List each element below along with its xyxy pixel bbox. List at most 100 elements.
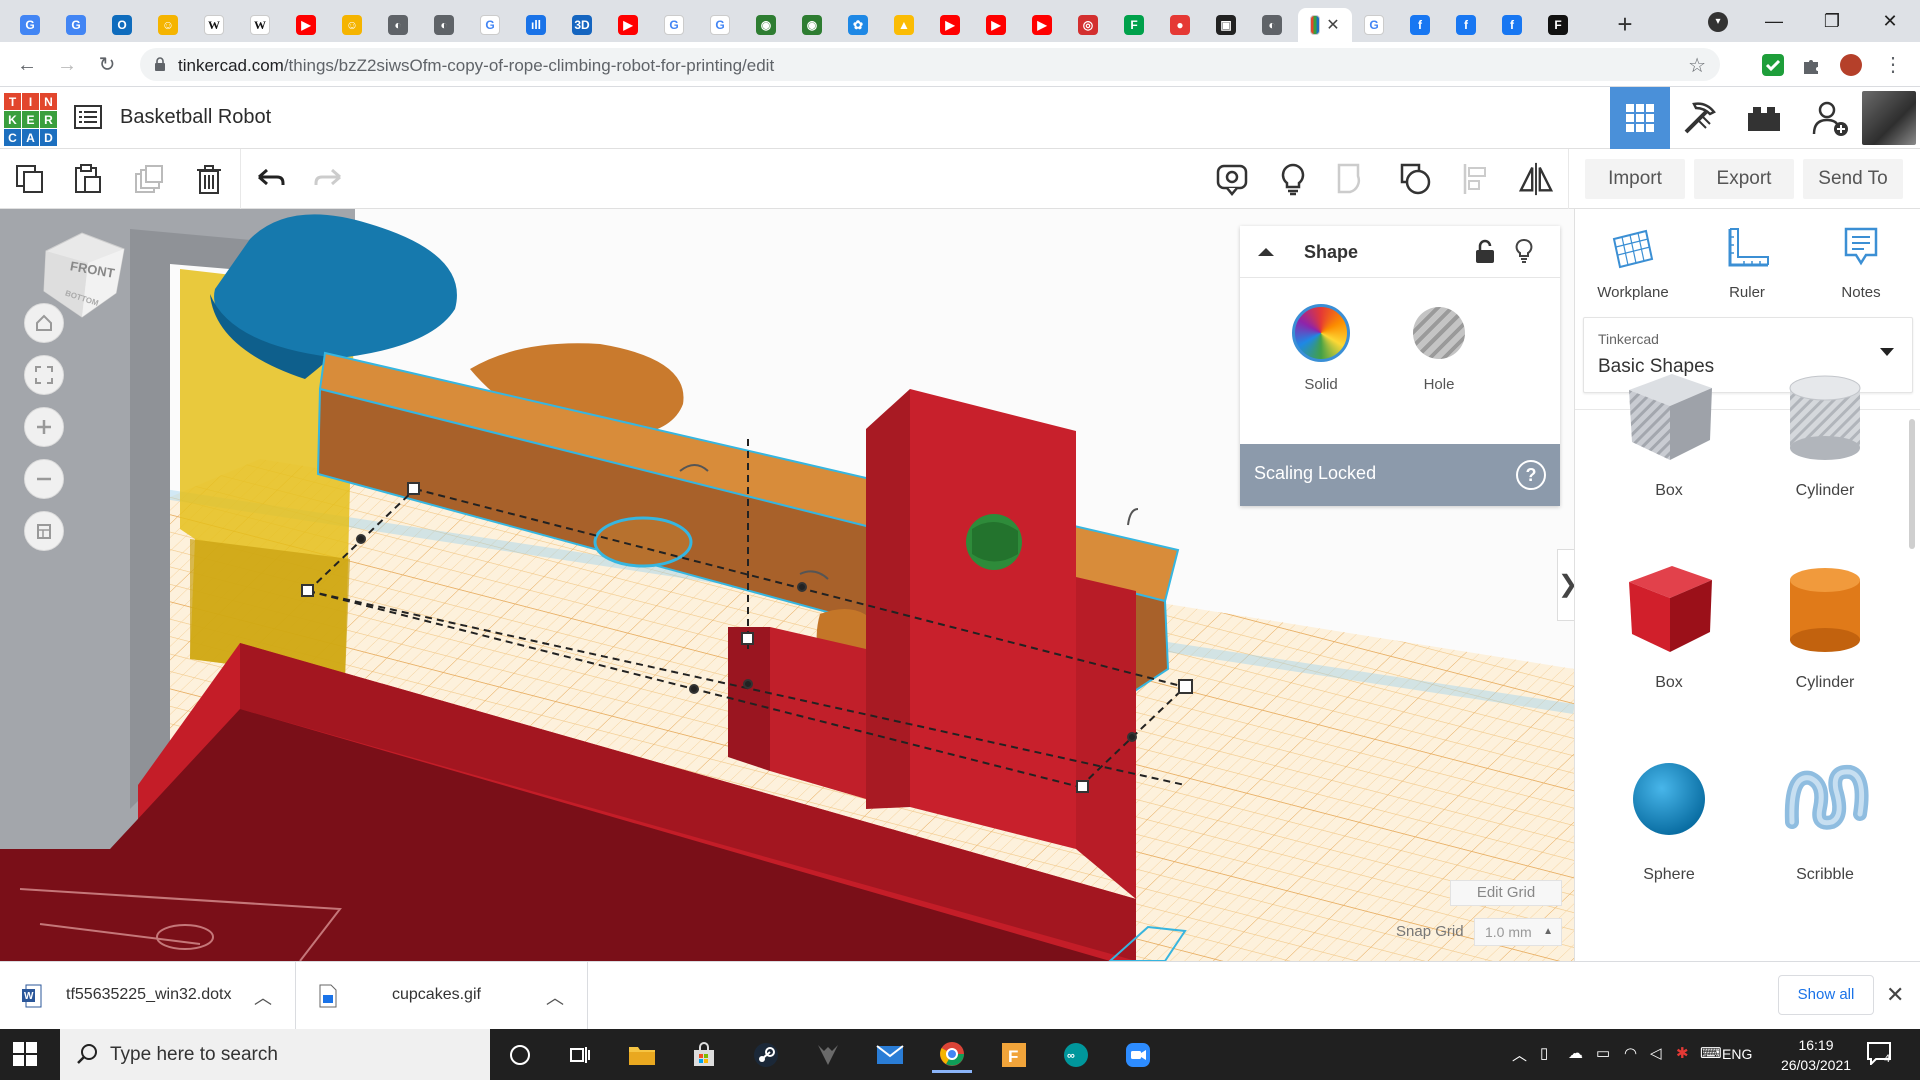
antivirus-icon[interactable]: ✱	[1676, 1044, 1689, 1062]
task-view-icon[interactable]	[560, 1037, 600, 1073]
browser-tab[interactable]: ▶	[930, 8, 970, 42]
paste-button[interactable]	[70, 161, 106, 197]
unlock-icon[interactable]	[1474, 238, 1496, 264]
browser-tab[interactable]: f	[1446, 8, 1486, 42]
close-window-button[interactable]: ✕	[1870, 6, 1910, 36]
browser-tab[interactable]: G	[10, 8, 50, 42]
onedrive-icon[interactable]: ☁	[1568, 1044, 1583, 1062]
hole-swatch[interactable]	[1413, 307, 1465, 359]
browser-tab[interactable]: G	[700, 8, 740, 42]
new-tab-button[interactable]: +	[1610, 9, 1640, 40]
invite-user-button[interactable]	[1800, 87, 1860, 149]
copy-button[interactable]	[12, 161, 48, 197]
browser-tab[interactable]: ▶	[976, 8, 1016, 42]
mirror-button[interactable]	[1518, 161, 1554, 197]
group-button[interactable]	[1335, 161, 1371, 197]
microsoft-store-icon[interactable]	[684, 1037, 724, 1073]
hole-option[interactable]: Hole	[1394, 304, 1484, 393]
collapse-icon[interactable]	[1254, 240, 1278, 264]
forward-button[interactable]: →	[52, 50, 82, 80]
download-item[interactable]: Wtf55635225_win32.dotx ︿	[0, 962, 296, 1030]
browser-tab[interactable]: F	[1538, 8, 1578, 42]
undo-button[interactable]	[253, 161, 289, 197]
reload-button[interactable]: ↻	[92, 50, 122, 80]
browser-tab[interactable]: ☺	[148, 8, 188, 42]
shape-tile-cylinder[interactable]: Cylinder	[1745, 552, 1905, 692]
language-switch-icon[interactable]: ⌨	[1700, 1044, 1722, 1062]
taskbar-search-box[interactable]: Type here to search	[60, 1029, 490, 1080]
3d-design-view-button[interactable]	[1610, 87, 1670, 149]
browser-tab[interactable]: O	[102, 8, 142, 42]
browser-tab[interactable]: ◉	[746, 8, 786, 42]
browser-tab[interactable]: ◉	[792, 8, 832, 42]
wifi-icon[interactable]: ◠	[1624, 1044, 1637, 1062]
browser-tab[interactable]: W	[240, 8, 280, 42]
chevron-up-icon[interactable]: ︿	[254, 984, 272, 1010]
browser-tab[interactable]: ✕	[1298, 8, 1352, 42]
maximize-button[interactable]: ❐	[1812, 6, 1852, 36]
show-all-downloads-button[interactable]: Show all	[1778, 975, 1874, 1015]
notes-tool-button[interactable]	[1275, 161, 1311, 197]
browser-tab[interactable]: ◐	[424, 8, 464, 42]
red-tall-block-front[interactable]	[910, 389, 1076, 849]
minimize-button[interactable]: —	[1754, 6, 1794, 36]
extensions-puzzle-icon[interactable]	[1800, 54, 1822, 76]
lightbulb-icon[interactable]	[1514, 238, 1534, 264]
shape-tile-scribble[interactable]: Scribble	[1745, 744, 1905, 884]
workplane-tool[interactable]: Workplane	[1583, 225, 1683, 301]
solid-swatch[interactable]	[1292, 304, 1350, 362]
browser-tab[interactable]: ●	[1160, 8, 1200, 42]
browser-tab[interactable]: ▶	[608, 8, 648, 42]
browser-tab[interactable]: ▣	[1206, 8, 1246, 42]
browser-tab[interactable]: ▶	[286, 8, 326, 42]
shape-tile-cylinder-hole[interactable]: Cylinder	[1745, 360, 1905, 500]
browser-tab[interactable]: G	[654, 8, 694, 42]
help-icon[interactable]: ?	[1516, 460, 1546, 490]
panel-scrollbar[interactable]	[1905, 409, 1917, 961]
ruler-tool[interactable]: Ruler	[1697, 225, 1797, 301]
tray-expand-icon[interactable]: ︿	[1512, 1044, 1527, 1065]
language-indicator[interactable]: ENG	[1722, 1046, 1752, 1062]
clock-date[interactable]: 26/03/2021	[1766, 1057, 1866, 1073]
zoom-out-button[interactable]	[24, 459, 64, 499]
browser-tab[interactable]: ▲	[884, 8, 924, 42]
send-to-button[interactable]: Send To	[1803, 159, 1903, 199]
windows-start-icon[interactable]	[12, 1041, 38, 1067]
clock-time[interactable]: 16:19	[1776, 1037, 1856, 1053]
red-block-lower-front[interactable]	[770, 627, 866, 799]
chevron-up-icon[interactable]: ︿	[546, 984, 564, 1010]
ortho-view-button[interactable]	[24, 511, 64, 551]
tray-device-icon[interactable]: ▯	[1540, 1044, 1548, 1062]
mail-icon[interactable]	[870, 1037, 910, 1073]
browser-tab[interactable]: f	[1400, 8, 1440, 42]
close-tab-icon[interactable]: ✕	[1326, 15, 1339, 35]
battery-icon[interactable]: ▭	[1596, 1044, 1610, 1062]
browser-menu-icon[interactable]: ⋮	[1878, 50, 1908, 80]
red-tall-block-side[interactable]	[866, 389, 910, 809]
steam-icon[interactable]	[746, 1037, 786, 1073]
design-list-icon[interactable]	[74, 105, 102, 129]
fit-view-button[interactable]	[24, 355, 64, 395]
zoom-in-button[interactable]	[24, 407, 64, 447]
red-block-right[interactable]	[1076, 577, 1136, 899]
extension-check-icon[interactable]	[1762, 54, 1784, 76]
project-title[interactable]: Basketball Robot	[120, 106, 271, 129]
browser-tab[interactable]: ☺	[332, 8, 372, 42]
duplicate-button[interactable]	[131, 161, 167, 197]
volume-icon[interactable]: ◁	[1650, 1044, 1662, 1062]
browser-tab[interactable]: ◎	[1068, 8, 1108, 42]
notes-tool[interactable]: Notes	[1811, 225, 1911, 301]
notification-center-icon[interactable]: 4	[1866, 1041, 1896, 1067]
browser-tab[interactable]: ıll	[516, 8, 556, 42]
shape-tile-box-hole[interactable]: Box	[1589, 360, 1749, 500]
chrome-icon[interactable]	[932, 1037, 972, 1073]
user-avatar[interactable]	[1862, 91, 1916, 145]
show-all-button[interactable]	[1214, 161, 1250, 197]
browser-tab[interactable]: G	[56, 8, 96, 42]
home-view-button[interactable]	[24, 303, 64, 343]
redo-button[interactable]	[310, 161, 346, 197]
bookmark-star-icon[interactable]: ☆	[1688, 53, 1706, 78]
export-button[interactable]: Export	[1694, 159, 1794, 199]
profile-avatar[interactable]	[1840, 54, 1862, 76]
fusion-360-icon[interactable]: F	[994, 1037, 1034, 1073]
